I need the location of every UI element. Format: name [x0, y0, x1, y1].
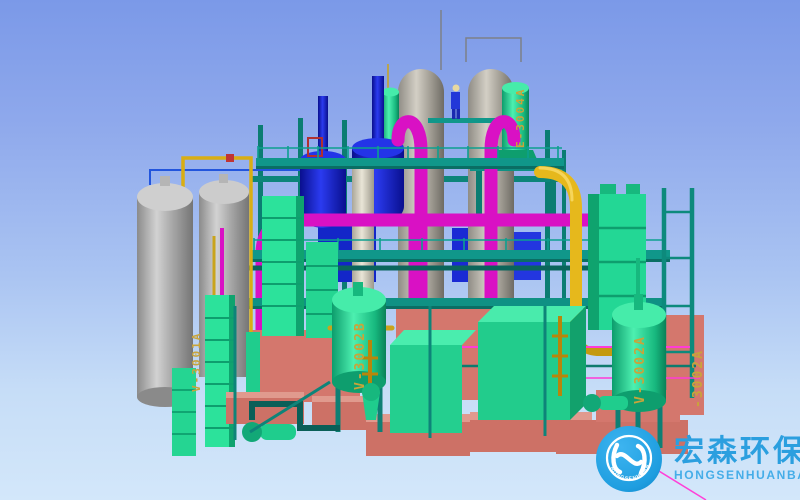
hongsen-logo: HONGSENHUANBAO 宏森环保 HONGSENHUANBAO — [594, 424, 800, 494]
hongsen-logo-icon: HONGSENHUANBAO — [594, 424, 664, 494]
worker-figure — [451, 85, 460, 120]
label-v3001a: V-3001A — [190, 332, 203, 392]
label-e3004a: E-3004A — [514, 88, 527, 148]
label-v3002a: V-3002A — [633, 335, 648, 404]
brand-text: 宏森环保 HONGSENHUANBAO — [674, 436, 800, 483]
label-wall-3002a: -3002A — [691, 349, 706, 408]
label-v3002b: V-3002B — [353, 321, 368, 390]
brand-name-chinese: 宏森环保 — [674, 436, 800, 468]
plant-3d-render: V-3001A V-3002B E-3004A V-3002A -3002A H… — [0, 0, 800, 500]
brand-name-english: HONGSENHUANBAO — [674, 468, 800, 482]
